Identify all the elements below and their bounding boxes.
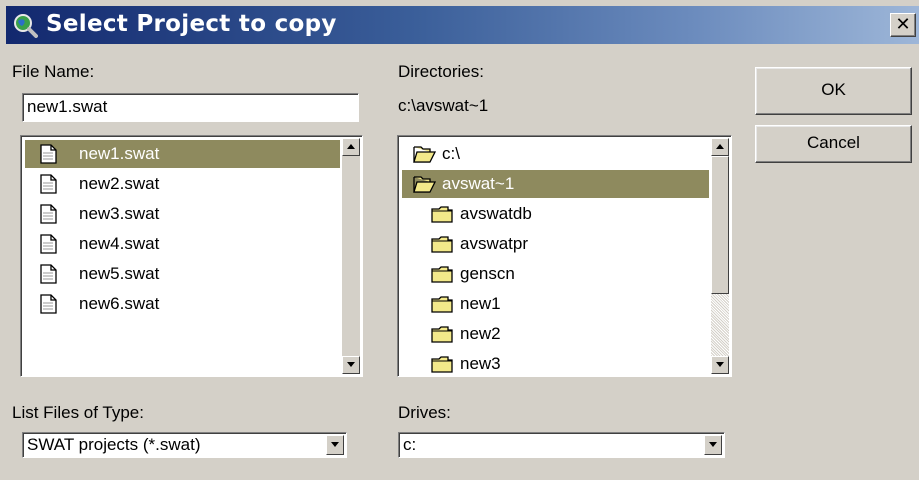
drives-value: c: xyxy=(403,435,417,454)
directory-list-item[interactable]: avswatdb xyxy=(402,200,709,228)
file-list-item[interactable]: new2.swat xyxy=(25,170,340,198)
document-icon xyxy=(40,264,57,284)
file-name-text: new4.swat xyxy=(79,234,160,253)
arrow-up-icon xyxy=(347,144,355,149)
folder-icon xyxy=(431,356,453,373)
file-name-text: new3.swat xyxy=(79,204,160,223)
directory-name-text: avswatpr xyxy=(460,234,529,253)
arrow-down-icon xyxy=(716,362,724,367)
ok-button[interactable]: OK xyxy=(755,67,912,115)
scroll-thumb[interactable] xyxy=(711,156,729,294)
file-list-item[interactable]: new3.swat xyxy=(25,200,340,228)
file-name-text: new1.swat xyxy=(79,144,160,163)
open-folder-icon xyxy=(413,146,436,163)
drives-select[interactable]: c: xyxy=(398,432,725,458)
file-list[interactable]: new1.swat new2.swat new3.swat new4.swat new5… xyxy=(20,135,363,377)
drives-dropdown-button[interactable] xyxy=(704,435,722,455)
arrow-down-icon xyxy=(347,362,355,367)
scroll-down-button[interactable] xyxy=(711,356,729,374)
cancel-button[interactable]: Cancel xyxy=(755,125,912,163)
file-type-dropdown-button[interactable] xyxy=(326,435,344,455)
directory-list-item[interactable]: c:\ xyxy=(402,140,709,168)
directory-list-item[interactable]: avswatpr xyxy=(402,230,709,258)
directory-name-text: avswat~1 xyxy=(442,174,515,193)
magnifier-globe-icon xyxy=(14,14,38,38)
document-icon xyxy=(40,234,57,254)
current-path: c:\avswat~1 xyxy=(398,96,489,115)
directory-list-item[interactable]: genscn xyxy=(402,260,709,288)
folder-icon xyxy=(431,266,453,283)
file-list-scrollbar[interactable] xyxy=(342,138,360,374)
title-bar[interactable]: Select Project to copy ✕ xyxy=(6,6,919,44)
directory-name-text: genscn xyxy=(460,264,515,283)
directory-name-text: new1 xyxy=(460,294,501,313)
scroll-down-button[interactable] xyxy=(342,356,360,374)
scroll-up-button[interactable] xyxy=(711,138,729,156)
drives-label: Drives: xyxy=(398,403,451,422)
file-list-item[interactable]: new1.swat xyxy=(25,140,340,168)
folder-icon xyxy=(431,236,453,253)
file-type-label: List Files of Type: xyxy=(12,403,144,422)
file-type-select[interactable]: SWAT projects (*.swat) xyxy=(22,432,347,458)
arrow-up-icon xyxy=(716,144,724,149)
folder-icon xyxy=(431,296,453,313)
file-name-text: new5.swat xyxy=(79,264,160,283)
scroll-up-button[interactable] xyxy=(342,138,360,156)
directory-name-text: c:\ xyxy=(442,144,460,163)
chevron-down-icon xyxy=(331,442,339,447)
directory-list-item[interactable]: avswat~1 xyxy=(402,170,709,198)
file-name-input[interactable]: new1.swat xyxy=(22,93,359,122)
select-project-dialog: Select Project to copy ✕ File Name: new1… xyxy=(0,0,919,480)
directory-name-text: new2 xyxy=(460,324,501,343)
open-folder-icon xyxy=(413,176,436,193)
folder-icon xyxy=(431,326,453,343)
file-name-text: new6.swat xyxy=(79,294,160,313)
document-icon xyxy=(40,204,57,224)
close-button[interactable]: ✕ xyxy=(890,13,916,37)
directory-list-item[interactable]: new1 xyxy=(402,290,709,318)
file-type-value: SWAT projects (*.swat) xyxy=(27,435,201,454)
file-list-item[interactable]: new5.swat xyxy=(25,260,340,288)
directory-name-text: new3 xyxy=(460,354,501,373)
file-name-text: new2.swat xyxy=(79,174,160,193)
directory-list[interactable]: c:\ avswat~1 avswatdb avswatpr genscn new1 new… xyxy=(397,135,732,377)
file-list-item[interactable]: new4.swat xyxy=(25,230,340,258)
folder-icon xyxy=(431,206,453,223)
document-icon xyxy=(40,294,57,314)
document-icon xyxy=(40,174,57,194)
file-list-item[interactable]: new6.swat xyxy=(25,290,340,318)
document-icon xyxy=(40,144,57,164)
directory-name-text: avswatdb xyxy=(460,204,532,223)
directory-list-item[interactable]: new3 xyxy=(402,350,709,376)
directory-list-item[interactable]: new2 xyxy=(402,320,709,348)
directories-label: Directories: xyxy=(398,62,484,81)
scroll-track[interactable] xyxy=(711,294,729,356)
directory-list-scrollbar[interactable] xyxy=(711,138,729,374)
chevron-down-icon xyxy=(709,442,717,447)
file-name-label: File Name: xyxy=(12,62,95,81)
dialog-title: Select Project to copy xyxy=(46,11,337,37)
